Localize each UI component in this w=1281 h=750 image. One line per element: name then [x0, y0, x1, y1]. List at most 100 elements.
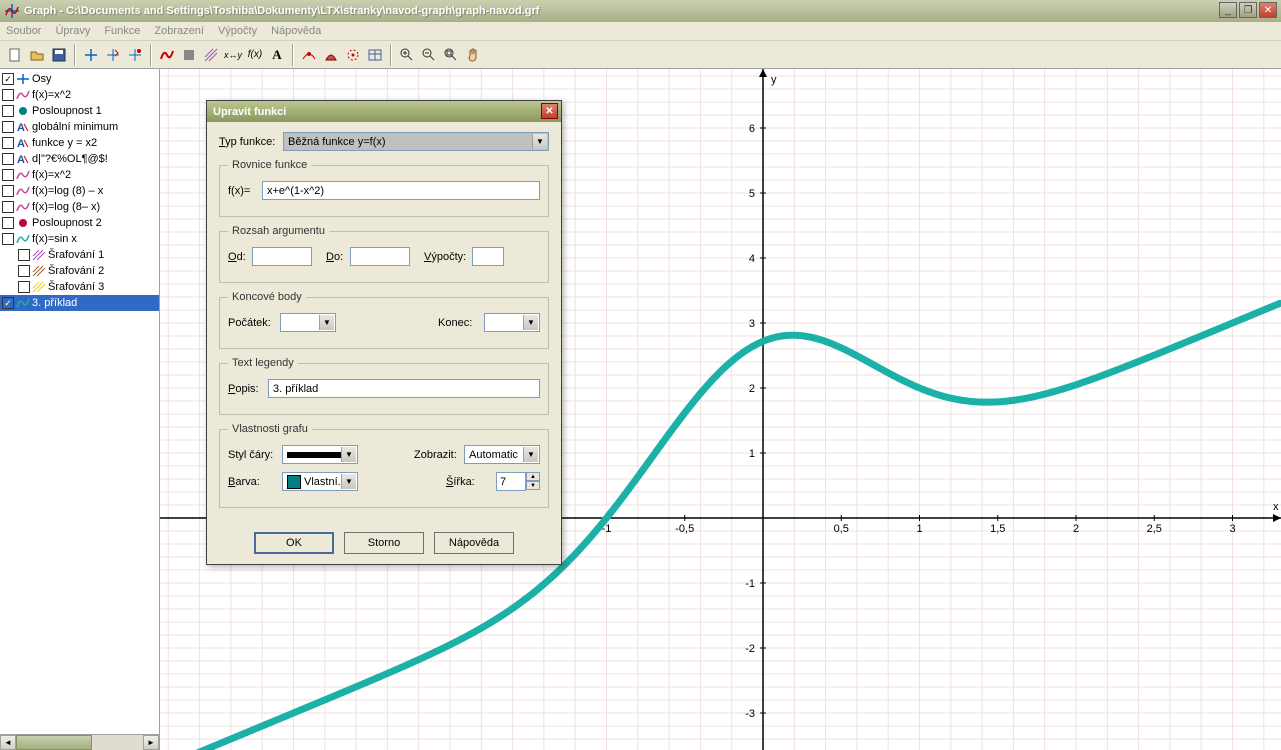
- vypocty-input[interactable]: [472, 247, 504, 266]
- svg-text:-2: -2: [745, 643, 755, 655]
- sidebar-item[interactable]: f(x)=log (8) – x: [0, 183, 159, 199]
- sidebar-item-label: f(x)=log (8) – x: [32, 185, 103, 197]
- sidebar-item[interactable]: Posloupnost 1: [0, 103, 159, 119]
- checkbox[interactable]: [2, 121, 14, 133]
- checkbox[interactable]: ✓: [2, 297, 14, 309]
- new-icon[interactable]: [4, 44, 26, 66]
- text-icon[interactable]: A: [266, 44, 288, 66]
- sidebar-scrollbar[interactable]: ◄ ►: [0, 734, 159, 750]
- checkbox[interactable]: [2, 105, 14, 117]
- sidebar-item[interactable]: Afunkce y = x2: [0, 135, 159, 151]
- sidebar-item[interactable]: f(x)=x^2: [0, 87, 159, 103]
- dialog-titlebar[interactable]: Upravit funkci ✕: [207, 101, 561, 122]
- svg-text:-0,5: -0,5: [675, 523, 694, 535]
- sidebar-item[interactable]: Šrafování 3: [0, 279, 159, 295]
- fx-icon[interactable]: f(x): [244, 44, 266, 66]
- close-button[interactable]: ✕: [1259, 2, 1277, 18]
- chevron-down-icon[interactable]: ▼: [523, 447, 538, 462]
- od-label: Od:: [228, 251, 248, 263]
- chevron-down-icon[interactable]: ▼: [532, 134, 547, 149]
- zoom-fit-icon[interactable]: [440, 44, 462, 66]
- help-button[interactable]: Nápověda: [434, 532, 514, 554]
- minimize-button[interactable]: _: [1219, 2, 1237, 18]
- zoom-out-icon[interactable]: [418, 44, 440, 66]
- hatch-brown-icon: [32, 265, 46, 277]
- checkbox[interactable]: ✓: [2, 73, 14, 85]
- axes-config-icon[interactable]: [124, 44, 146, 66]
- chevron-down-icon[interactable]: ▼: [341, 474, 356, 489]
- chevron-down-icon[interactable]: ▼: [523, 315, 538, 330]
- area-icon[interactable]: [320, 44, 342, 66]
- checkbox[interactable]: [2, 233, 14, 245]
- checkbox[interactable]: [2, 201, 14, 213]
- styl-combo[interactable]: ▼: [282, 445, 358, 464]
- konec-combo[interactable]: ▼: [484, 313, 540, 332]
- trace-icon[interactable]: [298, 44, 320, 66]
- sirka-spinner[interactable]: ▲▼: [496, 472, 540, 491]
- checkbox[interactable]: [18, 249, 30, 261]
- maximize-button[interactable]: ❐: [1239, 2, 1257, 18]
- menu-file[interactable]: Soubor: [6, 25, 41, 37]
- table-icon[interactable]: [364, 44, 386, 66]
- chevron-down-icon[interactable]: ▼: [341, 447, 356, 462]
- chevron-down-icon[interactable]: ▼: [319, 315, 334, 330]
- zobrazit-label: Zobrazit:: [414, 449, 458, 461]
- zoom-in-icon[interactable]: [396, 44, 418, 66]
- cancel-button[interactable]: Storno: [344, 532, 424, 554]
- sidebar-item[interactable]: f(x)=sin x: [0, 231, 159, 247]
- menu-calc[interactable]: Výpočty: [218, 25, 257, 37]
- typ-funkce-combo[interactable]: Běžná funkce y=f(x) ▼: [283, 132, 549, 151]
- axes-icon[interactable]: [80, 44, 102, 66]
- wave-pink-icon: [16, 169, 30, 181]
- rovnice-input[interactable]: [262, 181, 540, 200]
- scroll-right-icon[interactable]: ►: [143, 735, 159, 750]
- legenda-group: Text legendy Popis:: [219, 357, 549, 415]
- menu-edit[interactable]: Úpravy: [55, 25, 90, 37]
- spin-up-icon[interactable]: ▲: [526, 472, 540, 481]
- styl-label: Styl čáry:: [228, 449, 276, 461]
- axes-edit-icon[interactable]: [102, 44, 124, 66]
- toolbar: x↔y f(x) A: [0, 41, 1281, 69]
- checkbox[interactable]: [2, 217, 14, 229]
- hand-icon[interactable]: [462, 44, 484, 66]
- sidebar-item[interactable]: f(x)=log (8– x): [0, 199, 159, 215]
- checkbox[interactable]: [18, 265, 30, 277]
- popis-input[interactable]: [268, 379, 540, 398]
- sidebar-item[interactable]: Šrafování 1: [0, 247, 159, 263]
- scroll-left-icon[interactable]: ◄: [0, 735, 16, 750]
- ok-button[interactable]: OK: [254, 532, 334, 554]
- sidebar-item[interactable]: Aglobální minimum: [0, 119, 159, 135]
- sidebar-item[interactable]: f(x)=x^2: [0, 167, 159, 183]
- menu-function[interactable]: Funkce: [104, 25, 140, 37]
- menu-view[interactable]: Zobrazení: [154, 25, 204, 37]
- curve-red-icon[interactable]: [156, 44, 178, 66]
- od-input[interactable]: [252, 247, 312, 266]
- open-icon[interactable]: [26, 44, 48, 66]
- pocatek-label: Počátek:: [228, 317, 274, 329]
- xy-icon[interactable]: x↔y: [222, 44, 244, 66]
- pocatek-combo[interactable]: ▼: [280, 313, 336, 332]
- dialog-close-button[interactable]: ✕: [541, 103, 558, 119]
- save-icon[interactable]: [48, 44, 70, 66]
- spin-down-icon[interactable]: ▼: [526, 481, 540, 490]
- checkbox[interactable]: [2, 169, 14, 181]
- hatch-icon[interactable]: [200, 44, 222, 66]
- checkbox[interactable]: [2, 153, 14, 165]
- zobrazit-combo[interactable]: Automatic▼: [464, 445, 540, 464]
- sidebar-item[interactable]: ✓3. příklad: [0, 295, 159, 311]
- barva-combo[interactable]: Vlastní..▼: [282, 472, 358, 491]
- menu-help[interactable]: Nápověda: [271, 25, 321, 37]
- checkbox[interactable]: [2, 137, 14, 149]
- sidebar-item[interactable]: Ad|"?€%OL¶@$!: [0, 151, 159, 167]
- fill-icon[interactable]: [178, 44, 200, 66]
- app-icon: [4, 3, 20, 19]
- checkbox[interactable]: [18, 281, 30, 293]
- sidebar-item[interactable]: Posloupnost 2: [0, 215, 159, 231]
- deriv-icon[interactable]: [342, 44, 364, 66]
- sidebar-item[interactable]: ✓Osy: [0, 71, 159, 87]
- do-input[interactable]: [350, 247, 410, 266]
- svg-text:3: 3: [1229, 523, 1235, 535]
- checkbox[interactable]: [2, 185, 14, 197]
- sidebar-item[interactable]: Šrafování 2: [0, 263, 159, 279]
- checkbox[interactable]: [2, 89, 14, 101]
